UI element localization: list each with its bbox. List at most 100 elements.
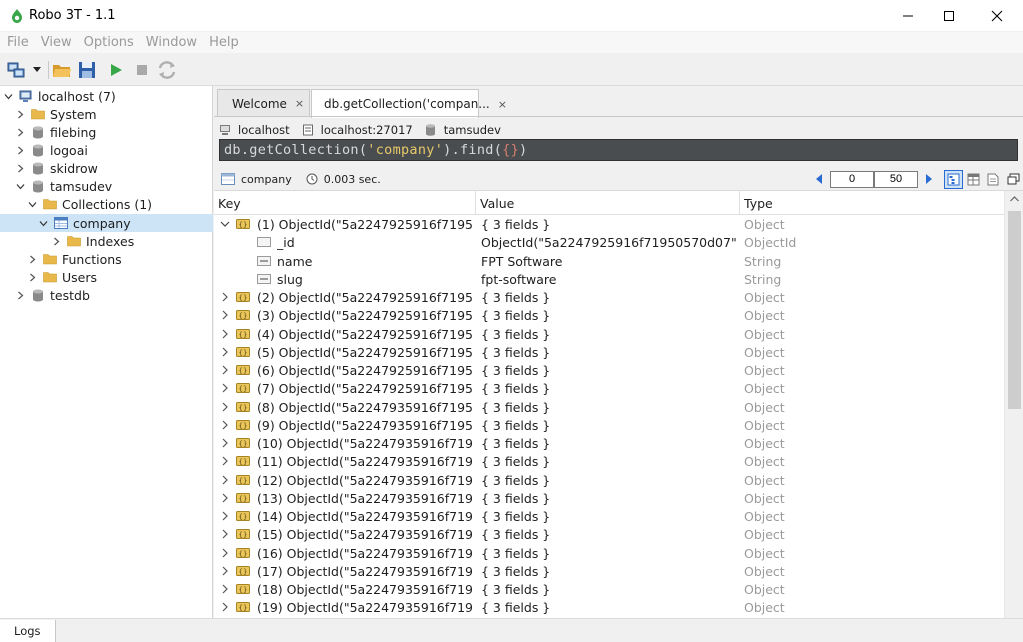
document-row[interactable]: {} (5) ObjectId("5a2247925916f7195057... {… — [214, 344, 1004, 362]
tree-item-filebing[interactable]: filebing — [0, 123, 213, 141]
collapsed-arrow-icon[interactable] — [220, 402, 230, 412]
close-window-button[interactable] — [974, 0, 1020, 32]
collapsed-arrow-icon[interactable] — [220, 584, 230, 594]
collapsed-arrow-icon[interactable] — [26, 271, 38, 283]
skip-input[interactable] — [830, 170, 874, 188]
menu-window[interactable]: Window — [143, 32, 201, 53]
collapsed-arrow-icon[interactable] — [220, 292, 230, 302]
expanded-arrow-icon[interactable] — [26, 198, 38, 210]
previous-page-icon[interactable] — [814, 173, 824, 185]
document-row[interactable]: {} (6) ObjectId("5a2247925916f7195057... {… — [214, 362, 1004, 380]
document-row[interactable]: {} (3) ObjectId("5a2247925916f7195057... {… — [214, 307, 1004, 325]
document-row[interactable]: {} (19) ObjectId("5a2247935916f719505... {… — [214, 599, 1004, 617]
collapsed-arrow-icon[interactable] — [220, 456, 230, 466]
expanded-arrow-icon[interactable] — [2, 90, 14, 102]
collapsed-arrow-icon[interactable] — [220, 420, 230, 430]
expanded-arrow-icon[interactable] — [37, 217, 49, 229]
refresh-button[interactable] — [156, 59, 178, 81]
logs-tab[interactable]: Logs — [0, 620, 56, 642]
menu-view[interactable]: View — [38, 32, 76, 53]
tree-item-functions[interactable]: Functions — [0, 250, 213, 268]
scroll-up-icon[interactable] — [1010, 196, 1019, 202]
document-row[interactable]: {} (8) ObjectId("5a2247935916f7195057... {… — [214, 399, 1004, 417]
limit-input[interactable] — [874, 170, 918, 188]
document-row[interactable]: {} (10) ObjectId("5a2247935916f719505... {… — [214, 435, 1004, 453]
menu-help[interactable]: Help — [206, 32, 243, 53]
connect-dropdown-button[interactable] — [30, 59, 44, 81]
collapsed-arrow-icon[interactable] — [50, 235, 62, 247]
open-button[interactable] — [51, 59, 73, 81]
save-button[interactable] — [76, 59, 98, 81]
collapsed-arrow-icon[interactable] — [220, 383, 230, 393]
column-header-value[interactable]: Value — [476, 191, 740, 215]
document-row[interactable]: {} (14) ObjectId("5a2247935916f719505... {… — [214, 508, 1004, 526]
table-view-button[interactable] — [963, 170, 983, 189]
field-row[interactable]: _id ObjectId("5a2247925916f71950570d07") O… — [214, 234, 1004, 252]
expanded-arrow-icon[interactable] — [14, 180, 26, 192]
collapsed-arrow-icon[interactable] — [220, 566, 230, 576]
tree-item-testdb[interactable]: testdb — [0, 286, 213, 304]
tree-item-collections[interactable]: Collections (1) — [0, 195, 213, 213]
tab-close-icon[interactable]: × — [295, 97, 304, 110]
collapsed-arrow-icon[interactable] — [14, 126, 26, 138]
collapsed-arrow-icon[interactable] — [14, 108, 26, 120]
collapsed-arrow-icon[interactable] — [14, 289, 26, 301]
collapsed-arrow-icon[interactable] — [220, 511, 230, 521]
field-row[interactable]: name FPT Software String — [214, 253, 1004, 271]
collapsed-arrow-icon[interactable] — [220, 493, 230, 503]
next-page-icon[interactable] — [924, 173, 934, 185]
collapsed-arrow-icon[interactable] — [220, 475, 230, 485]
maximize-results-button[interactable] — [1003, 170, 1023, 189]
document-row[interactable]: {} (7) ObjectId("5a2247925916f7195057... {… — [214, 380, 1004, 398]
tree-item-users[interactable]: Users — [0, 268, 213, 286]
collapsed-arrow-icon[interactable] — [14, 162, 26, 174]
document-row[interactable]: {} (15) ObjectId("5a2247935916f719505... {… — [214, 526, 1004, 544]
collapsed-arrow-icon[interactable] — [220, 329, 230, 339]
query-editor[interactable]: db.getCollection('company').find({}) — [219, 139, 1018, 161]
document-row[interactable]: {} (1) ObjectId("5a2247925916f7195057... {… — [214, 216, 1004, 234]
document-row[interactable]: {} (4) ObjectId("5a2247925916f7195057... {… — [214, 326, 1004, 344]
collapsed-arrow-icon[interactable] — [220, 310, 230, 320]
tree-item-company[interactable]: company — [0, 214, 213, 232]
tree-item-tamsudev[interactable]: tamsudev — [0, 177, 213, 195]
tree-view-button[interactable] — [944, 169, 963, 189]
connect-button[interactable] — [6, 59, 26, 81]
vertical-scrollbar[interactable] — [1004, 191, 1023, 618]
maximize-button[interactable] — [926, 0, 972, 32]
tree-item-skidrow[interactable]: skidrow — [0, 159, 213, 177]
collapsed-arrow-icon[interactable] — [220, 602, 230, 612]
document-row[interactable]: {} (16) ObjectId("5a2247935916f719505... {… — [214, 545, 1004, 563]
stop-button[interactable] — [131, 59, 153, 81]
column-header-type[interactable]: Type — [740, 191, 1004, 215]
document-row[interactable]: {} (18) ObjectId("5a2247935916f719505... {… — [214, 581, 1004, 599]
tree-item-localhost[interactable]: localhost (7) — [0, 87, 213, 105]
collapsed-arrow-icon[interactable] — [220, 438, 230, 448]
text-view-button[interactable] — [983, 170, 1003, 189]
collapsed-arrow-icon[interactable] — [26, 253, 38, 265]
tree-item-logoai[interactable]: logoai — [0, 141, 213, 159]
column-header-key[interactable]: Key — [214, 191, 476, 215]
tab-close-icon[interactable]: × — [498, 98, 507, 111]
menu-file[interactable]: File — [4, 32, 33, 53]
collapsed-arrow-icon[interactable] — [14, 144, 26, 156]
document-row[interactable]: {} (17) ObjectId("5a2247935916f719505... {… — [214, 563, 1004, 581]
minimize-button[interactable] — [885, 0, 931, 32]
tab-welcome[interactable]: Welcome × — [217, 89, 310, 117]
menu-options[interactable]: Options — [81, 32, 138, 53]
collapsed-arrow-icon[interactable] — [220, 347, 230, 357]
collapsed-arrow-icon[interactable] — [220, 548, 230, 558]
expanded-arrow-icon[interactable] — [220, 219, 230, 229]
tree-item-indexes[interactable]: Indexes — [0, 232, 213, 250]
document-row[interactable]: {} (11) ObjectId("5a2247935916f719505... {… — [214, 453, 1004, 471]
collapsed-arrow-icon[interactable] — [220, 529, 230, 539]
document-row[interactable]: {} (9) ObjectId("5a2247935916f7195057... {… — [214, 417, 1004, 435]
tab-query[interactable]: db.getCollection('compan... × — [311, 89, 507, 118]
scrollbar-thumb[interactable] — [1008, 211, 1021, 409]
execute-button[interactable] — [105, 59, 127, 81]
document-row[interactable]: {} (2) ObjectId("5a2247925916f7195057... {… — [214, 289, 1004, 307]
document-row[interactable]: {} (12) ObjectId("5a2247935916f719505... {… — [214, 472, 1004, 490]
document-row[interactable]: {} (13) ObjectId("5a2247935916f719505... {… — [214, 490, 1004, 508]
collapsed-arrow-icon[interactable] — [220, 365, 230, 375]
tree-item-system[interactable]: System — [0, 105, 213, 123]
field-row[interactable]: slug fpt-software String — [214, 271, 1004, 289]
